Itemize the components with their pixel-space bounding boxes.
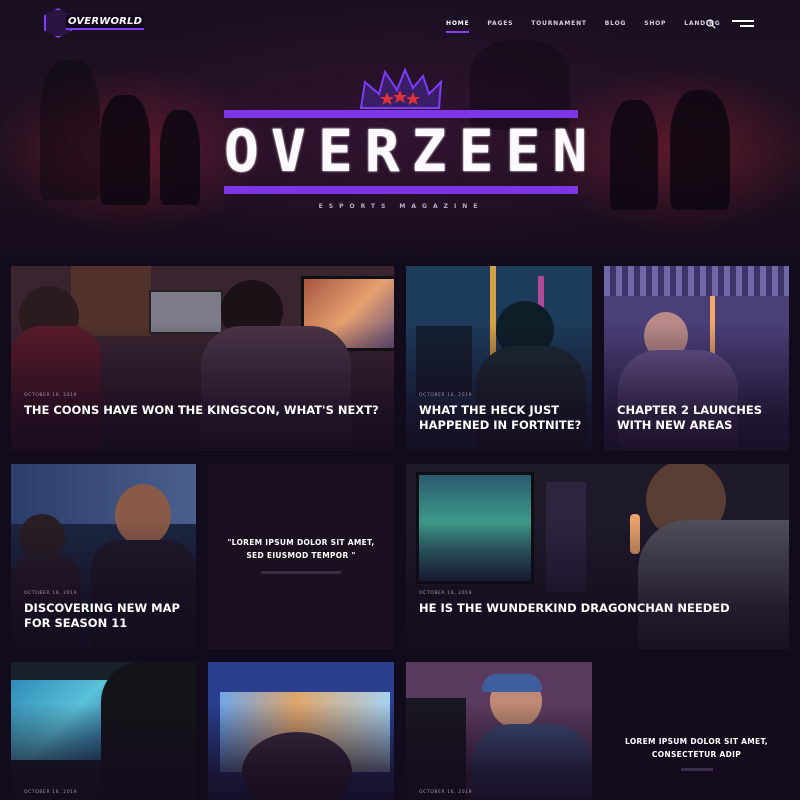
quote-line: CONSECTETUR ADIP — [651, 750, 742, 759]
post-card[interactable] — [208, 662, 394, 800]
hero-banner: OVERWORLD HOME PAGES TOURNAMENT BLOG SHO… — [0, 0, 800, 255]
quote-text: "LOREM IPSUM DOLOR SIT AMET, SED EIUSMOD… — [208, 536, 394, 562]
quote-line: "LOREM IPSUM DOLOR SIT AMET, — [227, 538, 375, 547]
nav-item-tournament[interactable]: TOURNAMENT — [531, 20, 587, 33]
post-date: OCTOBER 16, 2019 — [24, 790, 78, 795]
crown-logo-icon — [359, 68, 443, 109]
quote-tile: "LOREM IPSUM DOLOR SIT AMET, SED EIUSMOD… — [208, 464, 394, 649]
post-date: OCTOBER 16, 2019 — [24, 591, 78, 596]
menu-icon[interactable] — [732, 20, 754, 30]
ceiling-lights-image — [604, 266, 789, 296]
title-bottom-bar — [224, 186, 578, 194]
post-date: OCTOBER 16, 2019 — [419, 790, 473, 795]
post-title[interactable]: DISCOVERING NEW MAP FOR SEASON 11 — [24, 601, 186, 631]
post-date: OCTOBER 16, 2019 — [419, 591, 473, 596]
player-silhouette — [670, 90, 730, 210]
player-silhouette — [100, 95, 150, 205]
post-card[interactable]: OCTOBER 16, 2019 HE IS THE WUNDERKIND DR… — [406, 464, 789, 649]
site-logo[interactable]: OVERWORLD — [44, 6, 145, 40]
post-title[interactable]: WHAT THE HECK JUST HAPPENED IN FORTNITE? — [419, 403, 582, 433]
post-card[interactable]: OCTOBER 16, 2019 DISCOVERING NEW MAP FOR… — [11, 464, 196, 649]
main-menu: HOME PAGES TOURNAMENT BLOG SHOP LANDING — [446, 20, 739, 33]
post-card[interactable]: OCTOBER 16, 2019 — [11, 662, 196, 800]
post-title[interactable]: HE IS THE WUNDERKIND DRAGONCHAN NEEDED — [419, 601, 779, 616]
quote-tile: LOREM IPSUM DOLOR SIT AMET, CONSECTETUR … — [604, 662, 789, 800]
post-title[interactable]: THE COONS HAVE WON THE KINGSCON, WHAT'S … — [24, 403, 384, 418]
post-title[interactable]: CHAPTER 2 LAUNCHES WITH NEW AREAS — [617, 403, 779, 433]
player-cap-image — [482, 674, 542, 692]
site-title: OVERZEEN — [224, 117, 600, 185]
post-date: OCTOBER 16, 2019 — [24, 393, 78, 398]
nav-item-shop[interactable]: SHOP — [644, 20, 666, 33]
quote-line: SED EIUSMOD TEMPOR " — [246, 551, 356, 560]
logo-text: OVERWORLD — [66, 15, 145, 30]
player-silhouette — [160, 110, 200, 205]
post-card[interactable]: OCTOBER 16, 2019 WHAT THE HECK JUST HAPP… — [406, 266, 592, 451]
quote-meta — [604, 768, 789, 773]
quote-text: LOREM IPSUM DOLOR SIT AMET, CONSECTETUR … — [604, 735, 789, 761]
quote-line: LOREM IPSUM DOLOR SIT AMET, — [625, 737, 768, 746]
quote-meta — [208, 571, 394, 576]
nav-item-blog[interactable]: BLOG — [605, 20, 626, 33]
player-silhouette — [610, 100, 658, 210]
top-navigation: OVERWORLD HOME PAGES TOURNAMENT BLOG SHO… — [0, 0, 800, 50]
post-card[interactable]: OCTOBER 16, 2019 — [406, 662, 592, 800]
nav-item-pages[interactable]: PAGES — [487, 20, 513, 33]
post-date: OCTOBER 16, 2019 — [419, 393, 473, 398]
post-card[interactable]: OCTOBER 16, 2019 THE COONS HAVE WON THE … — [11, 266, 394, 451]
post-card[interactable]: CHAPTER 2 LAUNCHES WITH NEW AREAS — [604, 266, 789, 451]
player-silhouette — [40, 60, 100, 200]
site-subtitle: ESPORTS MAGAZINE — [318, 203, 484, 210]
nav-item-home[interactable]: HOME — [446, 20, 470, 33]
search-icon[interactable] — [706, 19, 716, 29]
